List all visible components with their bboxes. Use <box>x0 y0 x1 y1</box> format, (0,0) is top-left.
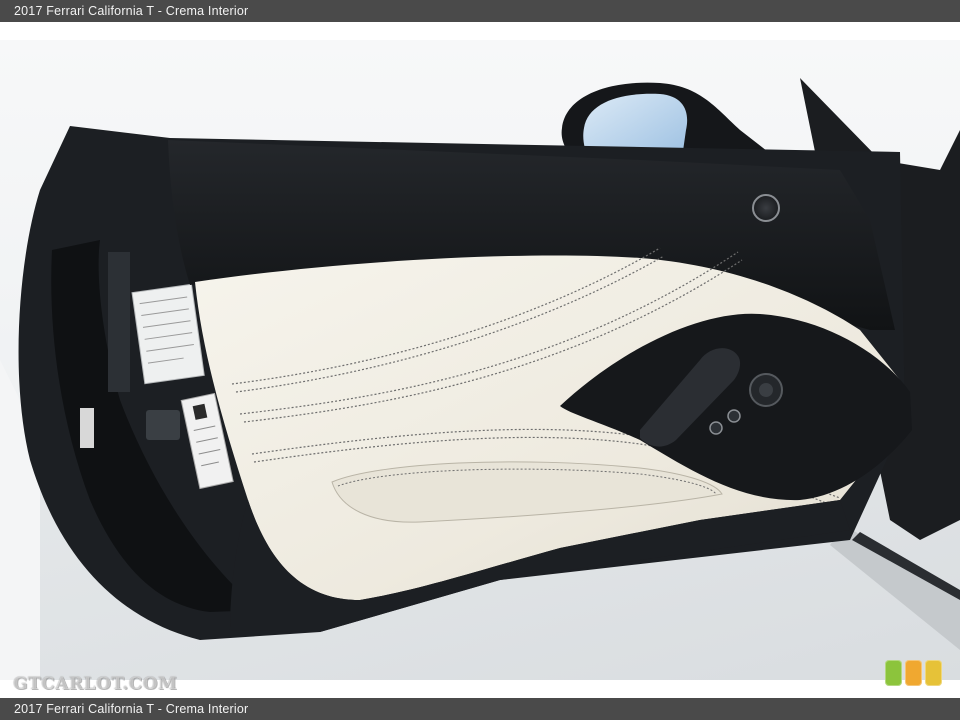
window-switch <box>727 409 741 423</box>
door-latch <box>146 410 180 440</box>
caption-bar-top: 2017 Ferrari California T - Crema Interi… <box>0 0 960 22</box>
warning-sticker <box>80 408 94 448</box>
orange-tile <box>905 660 922 686</box>
tire-info-label <box>131 283 205 385</box>
door-hinge <box>108 252 130 392</box>
watermark-logo: GTCARLOT.COM <box>13 674 178 694</box>
door-illustration <box>0 40 960 680</box>
vehicle-photo[interactable] <box>0 40 960 680</box>
window-switch <box>709 421 723 435</box>
caption-title-top: 2017 Ferrari California T - Crema Interi… <box>14 4 249 18</box>
caption-title-bottom: 2017 Ferrari California T - Crema Interi… <box>14 702 249 716</box>
caption-bar-bottom: 2017 Ferrari California T - Crema Interi… <box>0 698 960 720</box>
yellow-tile <box>925 660 942 686</box>
brand-tiles <box>885 660 942 686</box>
tweeter-speaker <box>752 194 780 222</box>
green-tile <box>885 660 902 686</box>
